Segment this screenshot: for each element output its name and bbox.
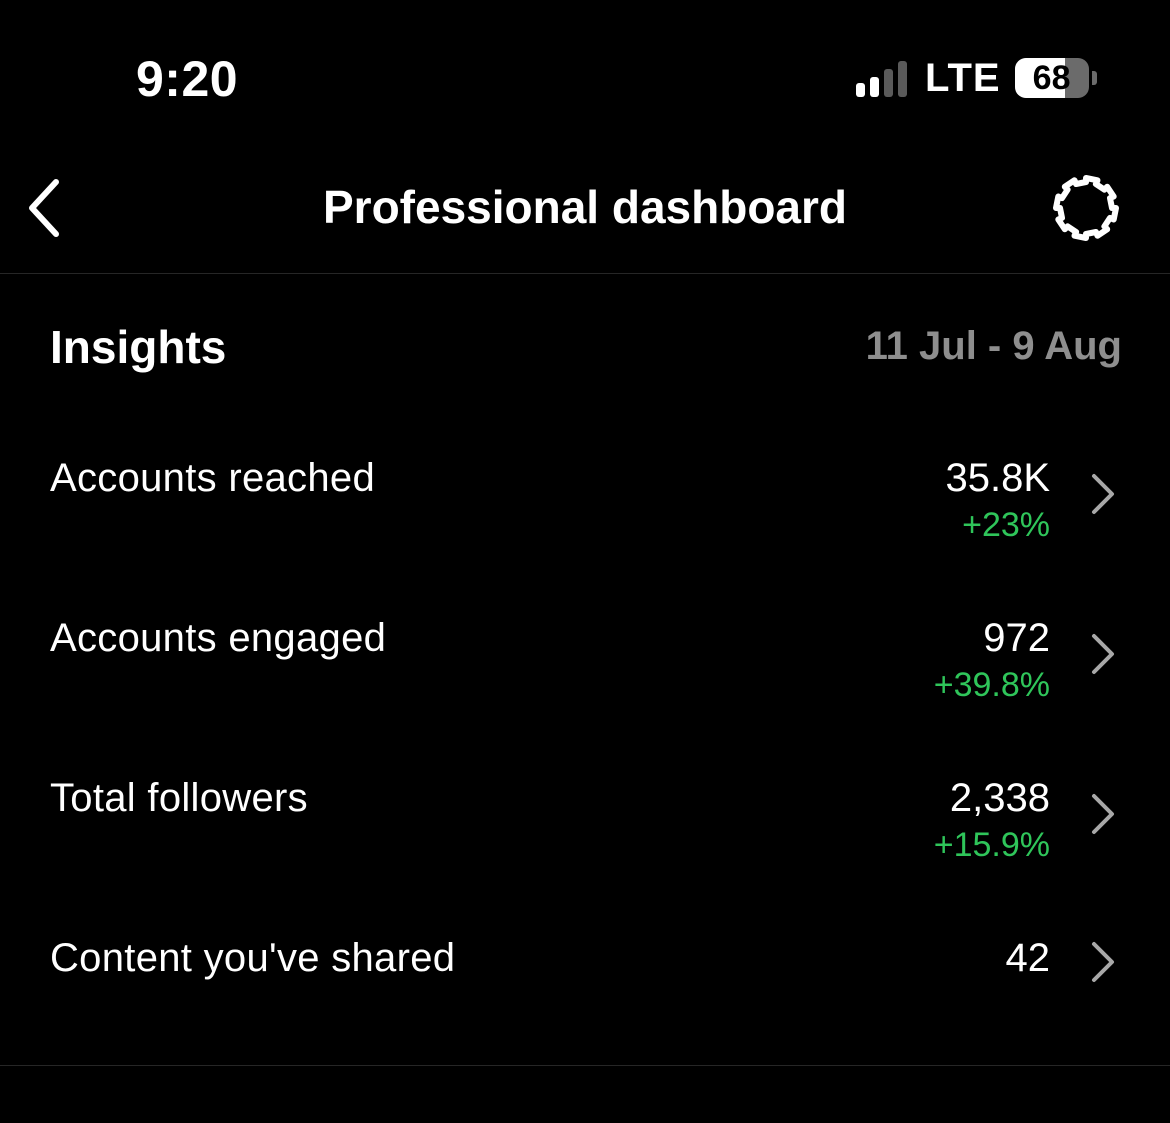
gear-icon: [1053, 175, 1119, 241]
chevron-right-icon: [1092, 942, 1114, 982]
metric-value: 2,338: [949, 776, 1050, 820]
section-divider: [0, 1065, 1170, 1066]
metric-label: Accounts engaged: [50, 616, 387, 660]
section-title: Insights: [50, 321, 227, 373]
network-type: LTE: [925, 55, 1001, 100]
battery-cap: [1091, 71, 1097, 85]
metric-row-accounts-reached[interactable]: Accounts reached 35.8K +23%: [50, 456, 1122, 576]
battery-level: 68: [1032, 59, 1071, 97]
metric-label: Content you've shared: [50, 936, 456, 980]
status-indicators: LTE 68: [856, 56, 1097, 100]
chevron-right-icon: [1092, 634, 1114, 674]
metric-label: Total followers: [50, 776, 308, 820]
battery-icon: 68: [1014, 58, 1089, 98]
navigation-header: Professional dashboard: [0, 150, 1170, 274]
metric-label: Accounts reached: [50, 456, 375, 500]
cellular-signal-icon: [856, 59, 907, 97]
metric-row-content-shared[interactable]: Content you've shared 42: [50, 936, 1122, 1056]
metric-change: +39.8%: [933, 666, 1050, 704]
metric-value: 42: [1005, 936, 1051, 980]
settings-button[interactable]: [1050, 174, 1122, 242]
metric-value: 35.8K: [945, 456, 1050, 500]
metric-row-total-followers[interactable]: Total followers 2,338 +15.9%: [50, 776, 1122, 896]
date-range[interactable]: 11 Jul - 9 Aug: [866, 324, 1122, 369]
chevron-right-icon: [1092, 794, 1114, 834]
status-time: 9:20: [136, 51, 239, 107]
metric-value: 972: [983, 616, 1050, 660]
status-bar: 9:20 LTE 68: [0, 0, 1170, 150]
page-title: Professional dashboard: [322, 181, 847, 233]
metric-change: +15.9%: [933, 826, 1050, 864]
insights-section-header: Insights 11 Jul - 9 Aug: [50, 320, 1122, 380]
chevron-right-icon: [1092, 474, 1114, 514]
metric-change: +23%: [962, 506, 1050, 544]
metric-row-accounts-engaged[interactable]: Accounts engaged 972 +39.8%: [50, 616, 1122, 736]
